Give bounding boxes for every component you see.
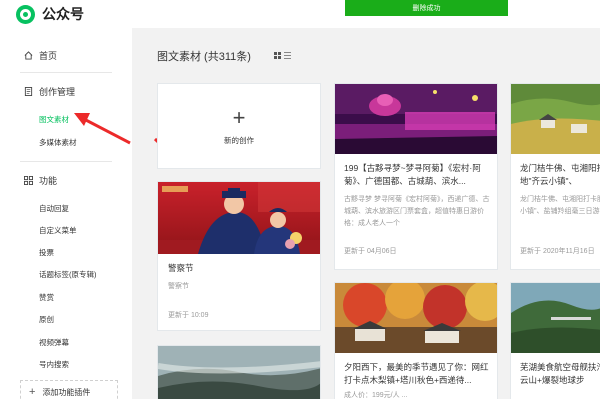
new-creation-label: 新的创作 (224, 135, 254, 145)
cover-image (511, 84, 600, 154)
article-card[interactable] (157, 345, 321, 399)
article-card[interactable]: 龙门桔牛佛、屯湘阳打卡胜地"齐云小镇"、 龙门桔牛佛、屯湘阳打卡胜地"齐云小镇"… (510, 83, 600, 270)
cover-image (335, 283, 497, 353)
update-time: 更新于 2020年11月16日 (520, 248, 595, 255)
article-card[interactable]: 芜湖美食航空母舰扶汽、齐云山+爆裂地球步 (510, 282, 600, 399)
plus-icon: + (232, 104, 246, 130)
article-title: 芜湖美食航空母舰扶汽、齐云山+爆裂地球步 (520, 362, 600, 385)
new-creation-card[interactable]: + 新的创作 (157, 83, 321, 169)
article-card[interactable]: 警察节 警察节 更新于 10:09 (157, 181, 321, 331)
article-description: 古黟寻梦 梦寻阿菊《宏村阿菊》，西递广德、古城葫、滨水旅游区门票套盒，超值特惠日… (344, 196, 490, 227)
view-switcher (274, 52, 291, 59)
update-time: 更新于 10:09 (168, 312, 209, 319)
article-description: 龙门桔牛佛、屯湘阳打卡胜地"齐云小镇"、盐铺羚组毫三日游 (520, 196, 600, 215)
article-description: 警察节 (168, 283, 189, 290)
article-card[interactable]: 夕阳西下，最美的季节遇见了你：网红打卡点木梨镇+塔川秋色+西递待... 成人价：… (334, 282, 498, 399)
update-time: 更新于 04月06日 (344, 248, 397, 255)
article-description: 成人价：199元/人 ... (344, 392, 408, 399)
cover-image (158, 182, 320, 254)
article-card[interactable]: 199【古黟寻梦~梦寻阿菊】《宏村·阿菊》、广德国都、古城葫、滨水... 古黟寻… (334, 83, 498, 270)
cover-image (511, 283, 600, 353)
cover-image (335, 84, 497, 154)
grid-view-icon[interactable] (274, 52, 281, 59)
article-title: 龙门桔牛佛、屯湘阳打卡胜地"齐云小镇"、 (520, 163, 600, 186)
cover-image (158, 346, 320, 399)
list-view-icon[interactable] (284, 52, 291, 59)
article-title: 199【古黟寻梦~梦寻阿菊】《宏村·阿菊》、广德国都、古城葫、滨水... (344, 163, 481, 186)
article-title: 警察节 (168, 263, 194, 273)
article-title: 夕阳西下，最美的季节遇见了你：网红打卡点木梨镇+塔川秋色+西递待... (344, 362, 489, 385)
page-title: 图文素材 (共311条) (157, 51, 251, 63)
